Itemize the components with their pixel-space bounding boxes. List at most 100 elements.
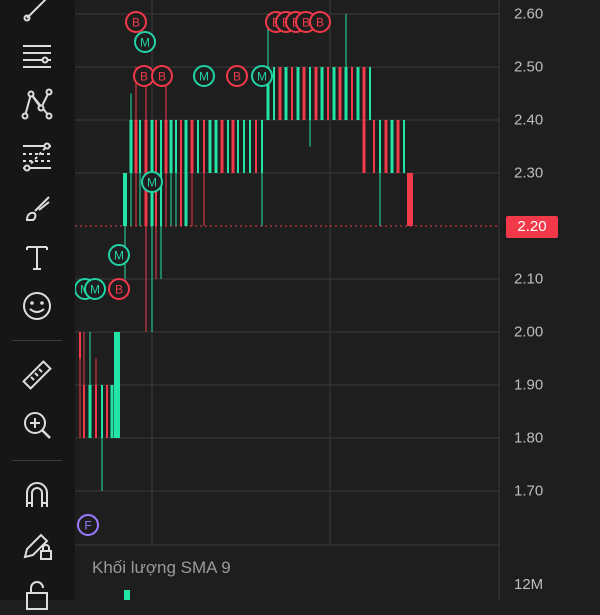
m-marker[interactable]: M — [84, 278, 106, 300]
m-marker[interactable]: M — [134, 31, 156, 53]
buy-marker[interactable]: B — [309, 11, 331, 33]
price-tick: 1.80 — [514, 429, 544, 447]
candlestick-chart[interactable]: BMBBMBMBBBBBMMMMBF — [75, 0, 500, 600]
candle-body — [384, 120, 388, 173]
zoom-in-icon — [24, 412, 51, 439]
text-icon — [26, 246, 48, 270]
marker-letter: F — [84, 519, 91, 533]
current-price-label: 2.20 — [506, 216, 558, 238]
candle-body — [284, 67, 288, 120]
candle-body — [101, 385, 103, 438]
emoji-tool[interactable] — [12, 286, 62, 326]
candle-body — [407, 173, 413, 226]
candle-body — [208, 120, 212, 173]
volume-indicator-label[interactable]: Khối lượng SMA 9 — [92, 558, 231, 578]
trend-line-tool[interactable] — [12, 0, 62, 28]
marker-letter: B — [140, 70, 148, 84]
price-tick: 2.10 — [514, 270, 544, 288]
candle-body — [344, 67, 348, 120]
candle-body — [362, 67, 366, 173]
m-marker[interactable]: M — [193, 65, 215, 87]
candle-body — [231, 120, 235, 173]
buy-marker[interactable]: B — [108, 278, 130, 300]
candle-body — [379, 120, 381, 173]
candle-body — [190, 120, 194, 173]
lock-drawing-tool[interactable] — [12, 525, 62, 565]
marker-letter: M — [90, 283, 100, 297]
candle-body — [396, 120, 400, 173]
candle-body — [237, 120, 239, 173]
pencil-lock-icon — [23, 533, 52, 560]
marker-letter: M — [140, 36, 150, 50]
pattern-icon — [21, 88, 53, 120]
ruler-tool[interactable] — [12, 355, 62, 395]
candle-body — [110, 385, 114, 438]
price-tick: 2.50 — [514, 58, 544, 76]
candle-body — [309, 67, 311, 120]
price-tick: 1.70 — [514, 482, 544, 500]
marker-letter: B — [233, 70, 241, 84]
candle-body — [296, 67, 300, 120]
candle-body — [320, 67, 324, 120]
candle-body — [95, 385, 97, 438]
price-tick: 2.40 — [514, 111, 544, 129]
f-marker[interactable]: F — [77, 514, 99, 536]
line-icon — [23, 0, 47, 22]
candle-body — [169, 120, 173, 173]
price-tick: 2.00 — [514, 323, 544, 341]
candle-body — [83, 385, 85, 438]
lock-tool[interactable] — [12, 575, 62, 615]
ruler-icon — [22, 360, 52, 390]
zoom-tool[interactable] — [12, 405, 62, 445]
magnet-tool[interactable] — [12, 475, 62, 515]
candle-body — [129, 120, 133, 173]
candle-body — [390, 120, 394, 173]
marker-letter: M — [147, 176, 157, 190]
candle-body — [114, 332, 120, 438]
buy-marker[interactable]: B — [151, 65, 173, 87]
candle-body — [255, 120, 257, 173]
candle-body — [214, 120, 218, 173]
m-marker[interactable]: M — [108, 244, 130, 266]
candle-body — [123, 173, 127, 226]
marker-letter: M — [199, 70, 209, 84]
candle-body — [220, 120, 224, 173]
marker-letter: B — [158, 70, 166, 84]
candle-body — [243, 120, 245, 173]
candle-body — [88, 385, 92, 438]
volume-bar — [124, 590, 130, 600]
candle-body — [134, 120, 138, 173]
brush-icon — [25, 196, 50, 221]
m-marker[interactable]: M — [141, 171, 163, 193]
candle-body — [180, 120, 182, 226]
m-marker[interactable]: M — [251, 65, 273, 87]
candle-body — [261, 120, 263, 173]
horizontal-lines-tool[interactable] — [12, 36, 62, 76]
price-axis[interactable]: 2.60 2.50 2.40 2.30 2.10 2.00 1.90 1.80 … — [500, 0, 600, 600]
drawing-toolbar — [0, 0, 75, 610]
marker-letter: B — [115, 283, 123, 297]
smiley-icon — [23, 292, 51, 320]
candle-body — [403, 120, 405, 173]
price-tick: 2.60 — [514, 5, 544, 23]
text-tool[interactable] — [12, 237, 62, 277]
candle-body — [291, 67, 293, 120]
candle-body — [369, 67, 371, 120]
marker-letter: M — [114, 249, 124, 263]
buy-marker[interactable]: B — [125, 11, 147, 33]
brush-tool[interactable] — [12, 188, 62, 228]
marker-letter: B — [316, 16, 324, 30]
candle-body — [175, 120, 177, 173]
candle-body — [139, 120, 141, 173]
chart-plot-area[interactable]: BMBBMBMBBBBBMMMMBF — [75, 0, 500, 600]
candle-body — [351, 67, 353, 120]
candle-body — [314, 67, 318, 120]
fib-tool[interactable] — [12, 136, 62, 176]
lock-icon — [26, 581, 48, 610]
candle-body — [332, 67, 336, 120]
buy-marker[interactable]: B — [226, 65, 248, 87]
pattern-tool[interactable] — [12, 84, 62, 124]
candle-body — [327, 67, 329, 120]
candle-body — [160, 120, 162, 226]
candle-body — [106, 385, 108, 438]
